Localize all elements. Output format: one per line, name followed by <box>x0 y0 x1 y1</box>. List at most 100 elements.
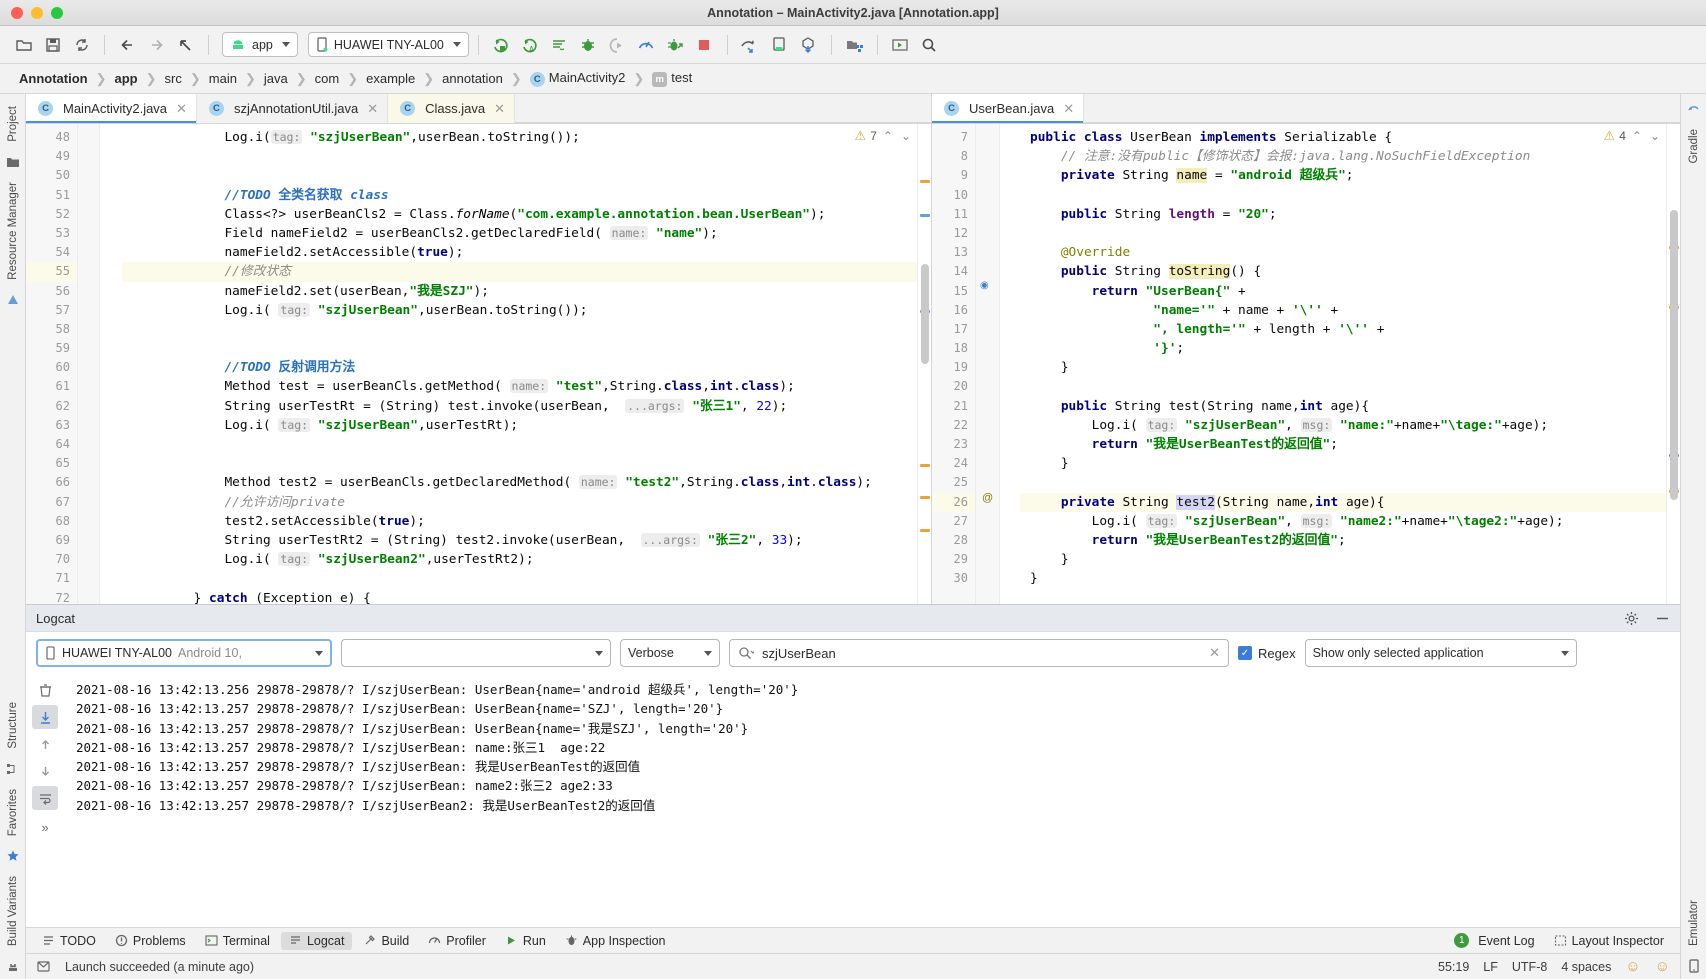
annotation-marker-icon[interactable]: @ <box>982 492 993 504</box>
sidebar-item-emulator[interactable]: Emulator <box>1688 894 1700 952</box>
breadcrumb-item-app[interactable]: app <box>110 71 143 86</box>
gear-icon[interactable] <box>1624 611 1639 626</box>
line-number[interactable]: 69 <box>26 531 77 550</box>
line-number[interactable]: 51 <box>26 186 77 205</box>
logcat-line[interactable]: 2021-08-16 13:42:13.257 29878-29878/? I/… <box>76 776 1680 795</box>
code-line[interactable]: Log.i( tag: "szjUserBean2",userTestRt2); <box>122 550 917 569</box>
code-line[interactable]: Log.i( tag: "szjUserBean",userTestRt); <box>122 416 917 435</box>
code-line[interactable]: private String test2(String name,int age… <box>1020 493 1666 512</box>
code-line[interactable]: @Override <box>1020 243 1666 262</box>
search-icon[interactable] <box>738 646 754 660</box>
code-line[interactable]: Log.i( tag: "szjUserBean", msg: "name2:"… <box>1020 512 1666 531</box>
editor-tab-szjannotationutil-java[interactable]: CszjAnnotationUtil.java✕ <box>197 94 388 123</box>
fold-gutter-left[interactable] <box>78 124 100 604</box>
line-number[interactable]: 22 <box>932 416 975 435</box>
code-line[interactable] <box>122 569 917 588</box>
close-tab-icon[interactable]: ✕ <box>1063 101 1074 117</box>
device-selector[interactable]: HUAWEI TNY-AL00 <box>308 32 469 57</box>
logcat-search-box[interactable]: szjUserBean ✕ <box>729 639 1229 667</box>
smiley-icon-2[interactable]: ☺ <box>1655 958 1670 975</box>
soft-wrap-icon[interactable] <box>32 786 58 810</box>
code-line[interactable]: //TODO 全类名获取 class <box>122 186 917 205</box>
inspection-mark-info[interactable] <box>920 214 930 217</box>
line-number[interactable]: 64 <box>26 435 77 454</box>
code-line[interactable]: test2.setAccessible(true); <box>122 512 917 531</box>
code-line[interactable]: '}'; <box>1020 339 1666 358</box>
apply-code-changes-icon[interactable]: A <box>517 32 544 58</box>
code-line[interactable]: ", length='" + length + '\'' + <box>1020 320 1666 339</box>
code-line[interactable] <box>122 435 917 454</box>
code-line[interactable]: nameField2.setAccessible(true); <box>122 243 917 262</box>
line-number[interactable]: 17 <box>932 320 975 339</box>
logcat-line[interactable]: 2021-08-16 13:42:13.257 29878-29878/? I/… <box>76 719 1680 738</box>
fold-gutter-right[interactable] <box>1000 124 1020 604</box>
prev-warning-button-right[interactable]: ⌃ <box>1630 129 1644 143</box>
logcat-line[interactable]: 2021-08-16 13:42:13.257 29878-29878/? I/… <box>76 796 1680 815</box>
line-number[interactable]: 68 <box>26 512 77 531</box>
sidebar-item-project[interactable]: Project <box>7 100 19 148</box>
line-number[interactable]: 29 <box>932 550 975 569</box>
code-line[interactable]: return "UserBean{" + <box>1020 282 1666 301</box>
inspection-mark-warning-3[interactable] <box>920 496 930 499</box>
line-number[interactable]: 18 <box>932 339 975 358</box>
emulator-icon[interactable] <box>1687 959 1701 973</box>
marker-gutter-right[interactable]: ◉ @ <box>976 124 1000 604</box>
indent-setting[interactable]: 4 spaces <box>1561 960 1611 974</box>
debug-icon[interactable] <box>575 32 602 58</box>
logcat-line[interactable]: 2021-08-16 13:42:13.257 29878-29878/? I/… <box>76 738 1680 757</box>
line-number[interactable]: 24 <box>932 454 975 473</box>
code-line[interactable]: Field nameField2 = userBeanCls2.getDecla… <box>122 224 917 243</box>
checkbox-icon[interactable]: ✓ <box>1238 646 1252 660</box>
code-line[interactable]: Log.i(tag: "szjUserBean",userBean.toStri… <box>122 128 917 147</box>
sidebar-item-favorites[interactable]: Favorites <box>7 783 19 842</box>
line-number[interactable]: 15 <box>932 282 975 301</box>
code-line[interactable]: } <box>1020 454 1666 473</box>
code-line[interactable] <box>1020 377 1666 396</box>
line-number[interactable]: 56 <box>26 282 77 301</box>
code-line[interactable]: Method test2 = userBeanCls.getDeclaredMe… <box>122 473 917 492</box>
editor-scrollbar-right[interactable] <box>1670 210 1678 500</box>
code-line[interactable]: "name='" + name + '\'' + <box>1020 301 1666 320</box>
editor-tab-class-java[interactable]: CClass.java✕ <box>388 94 515 123</box>
code-line[interactable]: private String name = "android 超级兵"; <box>1020 166 1666 185</box>
line-number[interactable]: 13 <box>932 243 975 262</box>
caret-position[interactable]: 55:19 <box>1438 960 1469 974</box>
tool-window-todo[interactable]: TODO <box>34 932 104 950</box>
code-line[interactable]: return "我是UserBeanTest2的返回值"; <box>1020 531 1666 550</box>
search-icon[interactable] <box>916 32 943 58</box>
star-icon[interactable] <box>6 849 20 863</box>
line-number[interactable]: 28 <box>932 531 975 550</box>
code-line[interactable] <box>122 147 917 166</box>
inspection-mark-warning-4[interactable] <box>920 529 930 532</box>
tool-window-terminal[interactable]: Terminal <box>197 932 278 950</box>
attach-debugger-icon[interactable] <box>604 32 631 58</box>
line-number[interactable]: 50 <box>26 166 77 185</box>
close-tab-icon[interactable]: ✕ <box>494 101 505 117</box>
tool-window-logcat[interactable]: Logcat <box>281 932 353 950</box>
sidebar-item-build-variants[interactable]: Build Variants <box>7 870 19 952</box>
file-encoding[interactable]: UTF-8 <box>1512 960 1547 974</box>
logcat-process-selector[interactable] <box>341 639 611 667</box>
line-number[interactable]: 55 <box>26 262 77 281</box>
clear-logcat-icon[interactable] <box>32 678 58 702</box>
line-number[interactable]: 61 <box>26 377 77 396</box>
structure-icon[interactable] <box>6 762 20 776</box>
sidebar-item-structure[interactable]: Structure <box>7 696 19 755</box>
breadcrumb-item-annotation[interactable]: annotation <box>437 71 508 86</box>
logcat-output[interactable]: 2021-08-16 13:42:13.256 29878-29878/? I/… <box>64 674 1680 927</box>
line-number[interactable]: 25 <box>932 473 975 492</box>
inspection-mark-warning-2[interactable] <box>920 464 930 467</box>
code-line[interactable]: // 注意:没有public【修饰状态】会报:java.lang.NoSuchF… <box>1020 147 1666 166</box>
code-line[interactable]: } catch (Exception e) { <box>122 589 917 605</box>
next-warning-button-right[interactable]: ⌄ <box>1648 129 1662 143</box>
up-arrow-icon[interactable] <box>32 732 58 756</box>
run-anything-icon[interactable] <box>662 32 689 58</box>
code-line[interactable]: //修改状态 <box>122 262 917 281</box>
line-number[interactable]: 27 <box>932 512 975 531</box>
open-folder-icon[interactable] <box>10 32 37 58</box>
forward-arrow-icon[interactable] <box>143 32 170 58</box>
line-number[interactable]: 70 <box>26 550 77 569</box>
code-line[interactable]: nameField2.set(userBean,"我是SZJ"); <box>122 282 917 301</box>
code-line[interactable]: String userTestRt = (String) test.invoke… <box>122 397 917 416</box>
line-number[interactable]: 58 <box>26 320 77 339</box>
